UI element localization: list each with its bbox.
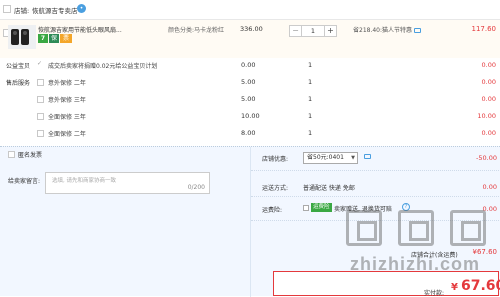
wangwang-chat-icon[interactable]: • — [77, 4, 86, 13]
shipping-fee: 0.00 — [482, 183, 497, 191]
promo-chat-icon[interactable] — [414, 28, 422, 33]
service-subtotal: 10.00 — [477, 112, 496, 120]
product-badges: 7保票 — [38, 34, 73, 43]
payment-value: 67.60 — [461, 278, 500, 294]
service-subtotal: 0.00 — [481, 61, 496, 69]
service-name: 意外保修 二年 — [48, 80, 86, 87]
seller-message-label: 给卖家留言: — [8, 178, 41, 185]
coupon-label: 店铺优惠: — [262, 156, 289, 163]
coupon-info-icon[interactable] — [364, 154, 371, 159]
service-qty: 1 — [308, 112, 313, 120]
anonymous-invoice-label: 匿名发票 — [18, 152, 43, 159]
service-qty: 1 — [308, 78, 313, 86]
service-subtotal: 0.00 — [481, 95, 496, 103]
shipping-method: 普通配送 快递 免邮 — [303, 185, 355, 192]
shop-total-row: 店铺合计(含运费) ¥67.60 — [251, 245, 500, 263]
shop-total-value: ¥67.60 — [472, 248, 498, 256]
service-name: 全面保修 二年 — [48, 131, 86, 138]
seller-message-counter: 0/200 — [187, 184, 205, 191]
shop-label: 店铺: — [14, 7, 30, 15]
service-name: 成交后卖家将捐赠0.02元给公益宝贝计划 — [48, 63, 158, 70]
quantity-stepper: − + — [289, 25, 337, 37]
payment-total-box: 实付款: ¥ 67.60 — [273, 271, 500, 297]
shop-name-link[interactable]: 恢航源吉专卖店 — [32, 5, 78, 15]
help-icon[interactable]: ? — [402, 203, 410, 211]
seller-message-placeholder: 选填, 请先和商家协商一致 — [52, 178, 116, 184]
service-checkbox[interactable] — [37, 130, 44, 137]
item-subtotal: 117.60 — [471, 25, 497, 33]
service-name: 意外保修 三年 — [48, 97, 86, 104]
quantity-increase-button[interactable]: + — [324, 26, 336, 36]
service-row: 公益宝贝 成交后卖家将捐赠0.02元给公益宝贝计划 0.00 1 0.00 — [0, 58, 500, 74]
coupon-row: 店铺优惠: 省50元:0401 ▼ -50.00 — [251, 147, 500, 171]
service-category: 售后服务 — [6, 80, 31, 87]
unit-price: 336.00 — [240, 25, 263, 33]
product-sku: 颜色分类:马卡龙粉红 — [168, 27, 225, 34]
shop-total-label: 店铺合计(含运费) — [411, 252, 458, 259]
service-row: 售后服务 意外保修 二年 5.00 1 0.00 — [0, 75, 500, 91]
quantity-decrease-button[interactable]: − — [290, 26, 302, 36]
coupon-selected-value: 省50元:0401 — [307, 154, 344, 161]
insurance-text: 卖家赠送, 退换货可赔 — [334, 206, 392, 213]
insurance-fee: 0.00 — [482, 205, 497, 213]
service-row: 全面保修 三年 10.00 1 10.00 — [0, 109, 500, 125]
service-category: 公益宝贝 — [6, 63, 31, 70]
service-row: 全面保修 二年 8.00 1 0.00 — [0, 126, 500, 142]
shipping-row: 运送方式: 普通配送 快递 免邮 0.00 — [251, 171, 500, 197]
insurance-badge: 运费险 — [311, 203, 332, 212]
product-title-link[interactable]: 恢航源吉家用节能低头眼风扇... — [38, 25, 172, 34]
payment-currency: ¥ — [451, 282, 458, 293]
service-qty: 1 — [308, 129, 313, 137]
service-row: 意外保修 三年 5.00 1 0.00 — [0, 92, 500, 108]
insurance-label: 运费险: — [262, 207, 283, 214]
service-price: 10.00 — [241, 112, 260, 120]
service-price: 0.00 — [241, 61, 256, 69]
service-checkbox — [37, 60, 44, 69]
service-price: 8.00 — [241, 129, 256, 137]
service-subtotal: 0.00 — [481, 78, 496, 86]
product-thumbnail[interactable] — [8, 25, 36, 49]
shop-header: 店铺: 恢航源吉专卖店 • — [0, 0, 500, 20]
chevron-down-icon: ▼ — [351, 155, 355, 161]
guarantee-icon: 保 — [49, 34, 59, 43]
payment-label: 实付款: — [424, 290, 445, 297]
shop-select-checkbox[interactable] — [3, 5, 11, 13]
seven-day-return-icon: 7 — [38, 34, 48, 43]
service-qty: 1 — [308, 95, 313, 103]
insurance-checkbox[interactable] — [303, 205, 309, 211]
item-promo-text: 省218.40:猫人节特惠 — [353, 27, 413, 34]
service-qty: 1 — [308, 61, 313, 69]
quantity-input[interactable] — [302, 26, 324, 36]
item-promo: 省218.40:猫人节特惠 — [353, 25, 422, 34]
shipping-label: 运送方式: — [262, 185, 289, 192]
service-checkbox[interactable] — [37, 96, 44, 103]
service-checkbox[interactable] — [37, 113, 44, 120]
invoice-icon: 票 — [60, 34, 72, 43]
seller-message-textarea[interactable]: 选填, 请先和商家协商一致 0/200 — [45, 172, 210, 194]
coupon-discount: -50.00 — [476, 154, 497, 162]
service-price: 5.00 — [241, 95, 256, 103]
anonymous-invoice-checkbox[interactable] — [8, 151, 15, 158]
insurance-row: 运费险: 运费险 卖家赠送, 退换货可赔 ? 0.00 — [251, 197, 500, 221]
service-name: 全面保修 三年 — [48, 114, 86, 121]
service-subtotal: 0.00 — [481, 129, 496, 137]
service-price: 5.00 — [241, 78, 256, 86]
coupon-select[interactable]: 省50元:0401 ▼ — [303, 152, 358, 164]
service-checkbox[interactable] — [37, 79, 44, 86]
